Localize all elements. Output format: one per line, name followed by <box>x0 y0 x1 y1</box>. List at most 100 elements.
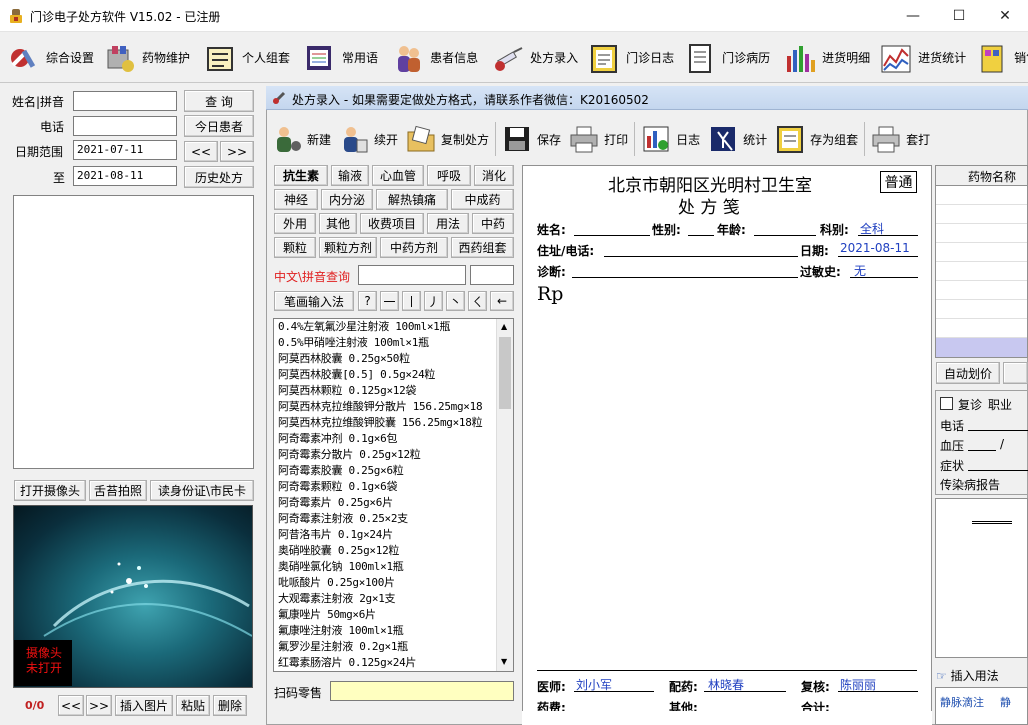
category-granule-formula[interactable]: 颗粒方剂 <box>319 237 377 258</box>
list-item[interactable]: 氟康唑片 50mg×6片 <box>274 607 513 623</box>
scroll-down-icon[interactable]: ▼ <box>501 657 507 666</box>
tongue-photo-button[interactable]: 舌苔拍照 <box>89 480 147 501</box>
category-external[interactable]: 外用 <box>274 213 316 234</box>
patient-sex-line[interactable] <box>688 235 714 236</box>
bp-high-line[interactable] <box>968 450 996 451</box>
open-camera-button[interactable]: 打开摄像头 <box>14 480 86 501</box>
list-item[interactable]: 大观霉素注射液 2g×1支 <box>274 591 513 607</box>
date-to-input[interactable]: 2021-08-11 <box>73 166 177 186</box>
toolbar-purchase-detail-button[interactable]: 进货明细 <box>780 36 876 80</box>
list-item[interactable]: 0.5%甲硝唑注射液 100ml×1瓶 <box>274 335 513 351</box>
copy-rx-button[interactable]: 复制处方 <box>402 117 493 161</box>
list-item[interactable]: 阿莫西林胶囊 0.25g×50粒 <box>274 351 513 367</box>
category-patent-medicine[interactable]: 中成药 <box>451 189 514 210</box>
pinyin-search-input[interactable] <box>358 265 466 285</box>
rx-body-area[interactable] <box>537 300 917 660</box>
toolbar-patient-info-button[interactable]: 患者信息 <box>388 36 484 80</box>
extra-phone-line[interactable] <box>968 430 1028 431</box>
scroll-up-icon[interactable]: ▲ <box>501 322 507 331</box>
list-item[interactable]: 阿奇霉素胶囊 0.25g×6粒 <box>274 463 513 479</box>
toolbar-medicine-button[interactable]: 药物维护 <box>100 36 196 80</box>
stroke-dot-button[interactable]: 丶 <box>446 291 465 311</box>
scan-retail-input[interactable] <box>330 681 514 701</box>
query-button[interactable]: 查 询 <box>184 90 254 112</box>
drug-name-column-header[interactable]: 药物名称 <box>936 166 1027 186</box>
list-item[interactable]: 阿奇霉素注射液 0.25×2支 <box>274 511 513 527</box>
statistics-rx-button[interactable]: 统计 <box>704 117 771 161</box>
toolbar-purchase-stats-button[interactable]: 进货统计 <box>876 36 972 80</box>
category-digestive[interactable]: 消化 <box>474 165 514 186</box>
list-item[interactable]: 静脉滴注 <box>940 694 984 710</box>
toolbar-clinic-log-button[interactable]: 门诊日志 <box>584 36 680 80</box>
selected-drugs-grid[interactable]: 药物名称 <box>935 165 1028 358</box>
name-pinyin-input[interactable] <box>73 91 177 111</box>
list-item[interactable]: 阿奇霉素分散片 0.25g×12粒 <box>274 447 513 463</box>
list-item[interactable]: 阿奇霉素颗粒 0.1g×6袋 <box>274 479 513 495</box>
usage-quick-list[interactable]: 静脉滴注 静 <box>935 687 1028 725</box>
maximize-button[interactable]: ☐ <box>936 0 982 32</box>
stroke-horizontal-button[interactable]: 一 <box>380 291 399 311</box>
new-rx-button[interactable]: 新建 <box>268 117 335 161</box>
category-tcm-formula[interactable]: 中药方剂 <box>380 237 448 258</box>
toolbar-rx-entry-button[interactable]: 处方录入 <box>488 36 584 80</box>
stroke-input-button[interactable]: 笔画输入法 <box>274 291 354 311</box>
list-item[interactable]: 吡哌酸片 0.25g×100片 <box>274 575 513 591</box>
list-item[interactable]: 阿莫西林颗粒 0.125g×12袋 <box>274 383 513 399</box>
toolbar-sales-button[interactable]: 销售 <box>972 36 1028 80</box>
history-rx-button[interactable]: 历史处方 <box>184 166 254 188</box>
revisit-checkbox[interactable] <box>940 397 953 410</box>
insert-usage-link[interactable]: ☞ 插入用法 <box>936 667 999 684</box>
close-button[interactable]: ✕ <box>982 0 1028 32</box>
toolbar-settings-button[interactable]: 综合设置 <box>4 36 100 80</box>
table-row[interactable] <box>936 243 1027 262</box>
stroke-vertical-button[interactable]: 丨 <box>402 291 421 311</box>
rx-date-value[interactable]: 2021-08-11 <box>840 241 910 255</box>
diagnosis-line[interactable] <box>572 277 798 278</box>
rx-type-badge[interactable]: 普通 <box>880 171 917 193</box>
list-item[interactable]: 氟康唑注射液 100ml×1瓶 <box>274 623 513 639</box>
list-item[interactable]: 奥硝唑胶囊 0.25g×12粒 <box>274 543 513 559</box>
photo-next-button[interactable]: >> <box>86 695 112 716</box>
paste-button[interactable]: 粘贴 <box>176 695 210 716</box>
category-analgesic[interactable]: 解热镇痛 <box>376 189 448 210</box>
delete-button[interactable]: 删除 <box>213 695 247 716</box>
date-prev-button[interactable]: << <box>184 141 218 162</box>
list-item[interactable]: 静 <box>1000 694 1011 710</box>
list-item[interactable]: 奥硝唑氯化钠 100ml×1瓶 <box>274 559 513 575</box>
photo-prev-button[interactable]: << <box>58 695 84 716</box>
patient-list[interactable] <box>13 195 254 469</box>
table-row[interactable] <box>936 186 1027 205</box>
drug-list[interactable]: 0.4%左氧氟沙星注射液 100ml×1瓶 0.5%甲硝唑注射液 100ml×1… <box>273 318 514 672</box>
list-item[interactable]: 阿莫西林克拉维酸钾分散片 156.25mg×18 <box>274 399 513 415</box>
toolbar-personal-set-button[interactable]: 个人组套 <box>200 36 296 80</box>
toolbar-phrases-button[interactable]: 常用语 <box>300 36 384 80</box>
minimize-button[interactable]: — <box>890 0 936 32</box>
stroke-turn-button[interactable]: ㄑ <box>468 291 487 311</box>
today-patients-button[interactable]: 今日患者 <box>184 115 254 137</box>
category-infusion[interactable]: 输液 <box>331 165 369 186</box>
insert-image-button[interactable]: 插入图片 <box>115 695 173 716</box>
read-id-card-button[interactable]: 读身份证\市民卡 <box>150 480 254 501</box>
table-row[interactable] <box>936 262 1027 281</box>
table-row[interactable] <box>936 319 1027 338</box>
date-from-input[interactable]: 2021-07-11 <box>73 140 177 160</box>
category-western-set[interactable]: 西药组套 <box>451 237 514 258</box>
list-item[interactable]: 阿昔洛韦片 0.1g×24片 <box>274 527 513 543</box>
scroll-thumb[interactable] <box>499 337 511 409</box>
list-item[interactable]: 0.4%左氧氟沙星注射液 100ml×1瓶 <box>274 319 513 335</box>
stroke-left-falling-button[interactable]: 丿 <box>424 291 443 311</box>
stroke-unknown-button[interactable]: ? <box>358 291 377 311</box>
category-cardiovascular[interactable]: 心血管 <box>372 165 424 186</box>
category-usage[interactable]: 用法 <box>427 213 469 234</box>
table-row[interactable] <box>936 224 1027 243</box>
quantity-input[interactable] <box>470 265 514 285</box>
category-fee-items[interactable]: 收费项目 <box>360 213 424 234</box>
table-row[interactable] <box>936 205 1027 224</box>
right-extra-button[interactable] <box>1003 362 1028 384</box>
category-antibiotics[interactable]: 抗生素 <box>274 165 328 186</box>
drug-list-scrollbar[interactable]: ▲ ▼ <box>496 319 513 671</box>
table-row[interactable] <box>936 281 1027 300</box>
list-item[interactable]: 阿莫西林胶囊[0.5] 0.5g×24粒 <box>274 367 513 383</box>
auto-price-button[interactable]: 自动划价 <box>936 362 1000 384</box>
log-rx-button[interactable]: 日志 <box>637 117 704 161</box>
